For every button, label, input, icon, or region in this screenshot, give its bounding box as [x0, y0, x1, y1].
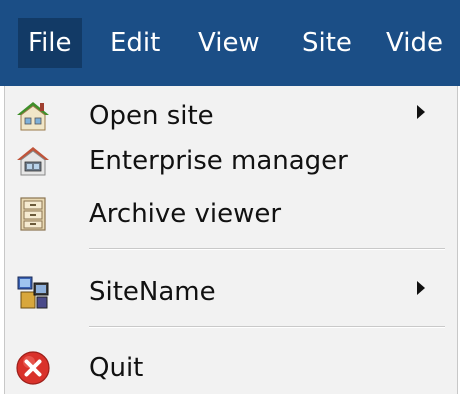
menu-item-label: Enterprise manager: [89, 146, 348, 176]
menu-item-quit[interactable]: Quit: [5, 340, 457, 396]
menu-video[interactable]: Vide: [386, 18, 443, 68]
menu-item-enterprise-manager[interactable]: Enterprise manager: [5, 133, 457, 189]
submenu-arrow-icon: [417, 105, 425, 119]
menu-separator: [89, 248, 445, 250]
menu-item-archive-viewer[interactable]: Archive viewer: [5, 186, 457, 242]
file-menu-dropdown: Open site Enterprise manager Archive vie…: [4, 86, 458, 394]
menu-separator: [89, 326, 445, 328]
site-computers-icon: [15, 274, 51, 310]
house-icon: [15, 98, 51, 134]
menu-file[interactable]: File: [18, 18, 82, 68]
menu-item-label: Open site: [89, 101, 214, 131]
menu-site[interactable]: Site: [302, 18, 352, 68]
menu-view[interactable]: View: [198, 18, 260, 68]
menu-edit[interactable]: Edit: [110, 18, 160, 68]
menu-item-label: SiteName: [89, 277, 216, 307]
menu-item-label: Archive viewer: [89, 199, 282, 229]
menu-bar: File Edit View Site Vide: [0, 0, 460, 86]
submenu-arrow-icon: [417, 281, 425, 295]
filing-cabinet-icon: [15, 196, 51, 232]
menu-item-sitename[interactable]: SiteName: [5, 264, 457, 320]
menu-item-label: Quit: [89, 353, 144, 383]
enterprise-house-icon: [15, 143, 51, 179]
quit-icon: [15, 350, 51, 386]
